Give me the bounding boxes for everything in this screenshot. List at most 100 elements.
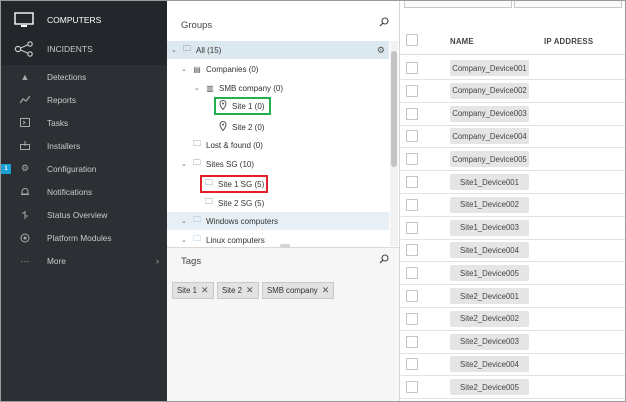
device-name-cell[interactable]: Site2_Device005 bbox=[450, 379, 529, 396]
device-name-cell[interactable]: Company_Device003 bbox=[450, 105, 529, 122]
close-icon[interactable]: ✕ bbox=[246, 285, 254, 296]
row-checkbox[interactable] bbox=[406, 358, 418, 371]
warning-icon: ▲ bbox=[20, 71, 30, 82]
table-row[interactable]: Site2_Device002 bbox=[400, 308, 625, 331]
toolbar-field[interactable] bbox=[404, 1, 512, 8]
nav-installers[interactable]: Installers bbox=[1, 134, 167, 157]
row-checkbox[interactable] bbox=[406, 290, 418, 302]
chevron-down-icon[interactable]: ⌄ bbox=[181, 217, 189, 225]
tree-node-windows[interactable]: ⌄ 🗀 Windows computers bbox=[167, 212, 389, 230]
device-name-cell[interactable]: Site2_Device001 bbox=[450, 288, 529, 304]
tree-node-lost-found[interactable]: 🗀 Lost & found (0) bbox=[189, 136, 263, 154]
tree-node-sites-sg[interactable]: ⌄ 🗀 Sites SG (10) bbox=[181, 155, 254, 173]
column-header-name[interactable]: NAME bbox=[450, 37, 474, 46]
table-row[interactable]: Site1_Device003 bbox=[400, 217, 625, 240]
nav-status-overview-label: Status Overview bbox=[47, 209, 108, 220]
close-icon[interactable]: ✕ bbox=[322, 285, 330, 296]
tree-node-site2[interactable]: Site 2 (0) bbox=[215, 118, 264, 136]
device-name-cell[interactable]: Site1_Device004 bbox=[450, 242, 529, 259]
groups-scrollbar[interactable] bbox=[391, 51, 397, 167]
row-checkbox[interactable] bbox=[406, 267, 418, 280]
select-all-checkbox[interactable] bbox=[406, 34, 418, 46]
tree-node-all[interactable]: ⌄ 🗀 All (15) ⚙ bbox=[167, 41, 389, 59]
row-checkbox[interactable] bbox=[406, 107, 418, 120]
table-row[interactable]: Site2_Device003 bbox=[400, 331, 625, 354]
table-row[interactable]: Site1_Device004 bbox=[400, 239, 625, 263]
column-header-ip[interactable]: IP ADDRESS bbox=[544, 37, 593, 46]
chevron-down-icon[interactable]: ⌄ bbox=[181, 236, 189, 244]
tree-node-site2-sg[interactable]: 🗀 Site 2 SG (5) bbox=[201, 194, 264, 212]
sidebar-nav: COMPUTERS INCIDENTS ▲ Detections Reports… bbox=[1, 1, 167, 401]
module-icon bbox=[17, 233, 33, 243]
tree-label-site2-sg: Site 2 SG (5) bbox=[218, 198, 265, 208]
close-icon[interactable]: ✕ bbox=[201, 285, 209, 296]
table-row[interactable]: Site2_Device004 bbox=[400, 353, 625, 377]
chevron-down-icon[interactable]: ⌄ bbox=[181, 65, 189, 73]
nav-incidents[interactable]: INCIDENTS bbox=[1, 32, 167, 66]
device-name-cell[interactable]: Site2_Device004 bbox=[450, 356, 529, 373]
row-checkbox[interactable] bbox=[406, 335, 418, 348]
tree-label-sites-sg: Sites SG (10) bbox=[206, 159, 255, 169]
chevron-down-icon[interactable]: ⌄ bbox=[194, 84, 202, 92]
nav-reports[interactable]: Reports bbox=[1, 88, 167, 111]
device-name-cell[interactable]: Site2_Device002 bbox=[450, 310, 529, 327]
table-row[interactable]: Site1_Device002 bbox=[400, 194, 625, 217]
chevron-down-icon[interactable]: ⌄ bbox=[181, 160, 189, 168]
device-name-cell[interactable]: Site1_Device005 bbox=[450, 265, 529, 282]
nav-tasks[interactable]: Tasks bbox=[1, 111, 167, 134]
row-checkbox[interactable] bbox=[406, 62, 418, 74]
device-name-cell[interactable]: Company_Device001 bbox=[450, 60, 529, 76]
row-checkbox[interactable] bbox=[406, 198, 418, 211]
tag-chip[interactable]: Site 2 ✕ bbox=[217, 282, 259, 299]
tag-chip[interactable]: Site 1 ✕ bbox=[172, 282, 214, 299]
chart-icon bbox=[17, 95, 33, 104]
nav-tasks-label: Tasks bbox=[47, 117, 69, 128]
row-checkbox[interactable] bbox=[406, 176, 418, 188]
row-checkbox[interactable] bbox=[406, 130, 418, 143]
table-row[interactable]: Site1_Device001 bbox=[400, 171, 625, 194]
nav-configuration-label: Configuration bbox=[47, 163, 97, 174]
row-checkbox[interactable] bbox=[406, 153, 418, 166]
tree-node-smb-company[interactable]: ⌄ ▥ SMB company (0) bbox=[194, 79, 283, 97]
table-row[interactable]: Company_Device003 bbox=[400, 103, 625, 126]
row-checkbox[interactable] bbox=[406, 381, 418, 394]
table-row[interactable]: Company_Device001 bbox=[400, 57, 625, 80]
tags-title: Tags bbox=[181, 256, 202, 267]
row-checkbox[interactable] bbox=[406, 312, 418, 325]
row-checkbox[interactable] bbox=[406, 84, 418, 97]
nav-configuration[interactable]: 1 ⚙ Configuration bbox=[1, 157, 167, 180]
row-checkbox[interactable] bbox=[406, 221, 418, 234]
nav-detections[interactable]: ▲ Detections bbox=[1, 65, 167, 88]
gear-icon[interactable]: ⚙ bbox=[377, 45, 385, 56]
table-row[interactable]: Site2_Device001 bbox=[400, 285, 625, 308]
tag-chip[interactable]: SMB company ✕ bbox=[262, 282, 335, 299]
table-header: NAME IP ADDRESS bbox=[400, 25, 625, 55]
nav-platform-modules[interactable]: Platform Modules bbox=[1, 226, 167, 249]
nav-notifications[interactable]: Notifications bbox=[1, 180, 167, 203]
tree-label-windows: Windows computers bbox=[206, 216, 279, 226]
nav-reports-label: Reports bbox=[47, 94, 77, 105]
device-name-cell[interactable]: Company_Device004 bbox=[450, 128, 529, 145]
table-row[interactable]: Company_Device002 bbox=[400, 80, 625, 103]
tree-node-companies[interactable]: ⌄ ▤ Companies (0) bbox=[181, 60, 258, 78]
table-row[interactable]: Company_Device004 bbox=[400, 125, 625, 149]
folder-icon: 🗀 bbox=[193, 234, 201, 243]
device-name-cell[interactable]: Site2_Device003 bbox=[450, 333, 529, 350]
device-name-cell[interactable]: Site1_Device003 bbox=[450, 219, 529, 236]
toolbar-field[interactable] bbox=[514, 1, 622, 8]
tree-label-smb-company: SMB company (0) bbox=[219, 83, 284, 93]
device-name-cell[interactable]: Site1_Device001 bbox=[450, 174, 529, 190]
folder-icon: 🗀 bbox=[205, 197, 213, 206]
search-icon[interactable] bbox=[379, 17, 389, 29]
nav-more[interactable]: ··· More › bbox=[1, 249, 167, 272]
device-name-cell[interactable]: Company_Device002 bbox=[450, 82, 529, 99]
row-checkbox[interactable] bbox=[406, 244, 418, 257]
table-row[interactable]: Site1_Device005 bbox=[400, 262, 625, 286]
search-icon[interactable] bbox=[379, 254, 389, 266]
device-name-cell[interactable]: Site1_Device002 bbox=[450, 196, 529, 213]
device-name-cell[interactable]: Company_Device005 bbox=[450, 151, 529, 168]
table-row[interactable]: Site2_Device005 bbox=[400, 376, 625, 400]
table-row[interactable]: Company_Device005 bbox=[400, 148, 625, 172]
nav-status-overview[interactable]: Status Overview bbox=[1, 203, 167, 226]
chevron-down-icon[interactable]: ⌄ bbox=[171, 46, 179, 54]
